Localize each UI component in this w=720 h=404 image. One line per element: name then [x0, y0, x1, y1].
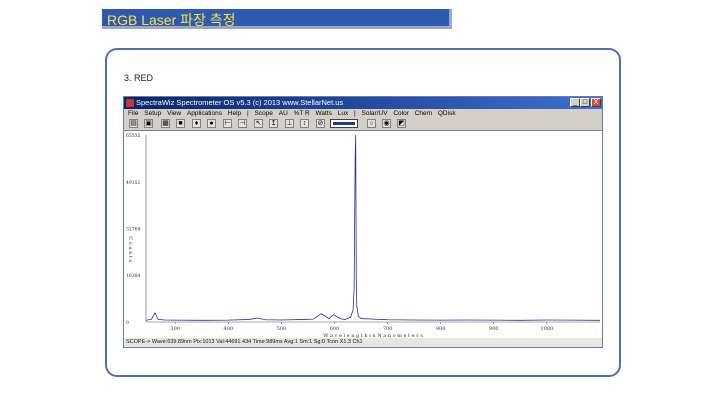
close-button[interactable]: X [591, 98, 601, 107]
toolbar: ▤ ▣ ▦ ■ ♦ ● ⊢ ⊣ ↖ ↥ ⊥ ↕ ⊘ ○ ◉ ◩ [124, 118, 602, 130]
save-icon[interactable]: ▣ [144, 119, 153, 128]
open-icon[interactable]: ▤ [129, 119, 138, 128]
camera-icon[interactable]: ■ [176, 119, 185, 128]
x-tick-label: 1000 [541, 326, 554, 332]
spectrum-plot-area[interactable]: 0 16384 32768 49151 65535 300 400 500 600 700 800… [124, 130, 602, 339]
maximize-button[interactable]: □ [580, 98, 590, 107]
y-tick-label: 16384 [126, 273, 140, 279]
baseline-icon[interactable]: ⊥ [285, 119, 294, 128]
menu-transmission[interactable]: %T R [294, 110, 310, 117]
rescale-icon[interactable]: ↥ [269, 119, 278, 128]
status-bar: SCOPE-> Wave:639.89nm Pix:1013 Val:44691… [124, 338, 602, 347]
peak-icon[interactable]: ⊣ [238, 119, 247, 128]
x-tick-label: 600 [330, 326, 340, 332]
x-tick-label: 900 [489, 326, 499, 332]
x-tick-label: 400 [224, 326, 234, 332]
x-tick-label: 500 [277, 326, 287, 332]
menu-view[interactable]: View [167, 110, 181, 117]
menu-solar-uv[interactable]: Solar/UV [362, 110, 388, 117]
spectrum-chart: 0 16384 32768 49151 65535 300 400 500 600 700 800… [126, 133, 601, 339]
spectrum-series-line [145, 134, 601, 321]
menu-separator: | [354, 110, 356, 117]
x-tick-label: 700 [383, 326, 393, 332]
cursor-icon[interactable]: ⊢ [223, 119, 232, 128]
slide-title: RGB Laser 파장 측정 [107, 12, 236, 28]
menu-help[interactable]: Help [228, 110, 241, 117]
menu-lux[interactable]: Lux [338, 110, 348, 117]
stop-icon[interactable]: ○ [367, 119, 376, 128]
y-tick-label: 49151 [126, 180, 140, 186]
lamp-icon[interactable]: ♦ [192, 119, 201, 128]
menu-setup[interactable]: Setup [144, 110, 161, 117]
window-titlebar[interactable]: SpectraWiz Spectrometer OS v5.3 (c) 2013… [124, 97, 602, 109]
x-tick-label: 300 [170, 326, 180, 332]
y-tick-label: 32768 [126, 226, 140, 232]
spectrawiz-window: SpectraWiz Spectrometer OS v5.3 (c) 2013… [123, 96, 603, 348]
integration-field[interactable] [330, 119, 358, 128]
y-tick-label: 0 [126, 320, 129, 326]
menu-au[interactable]: AU [279, 110, 288, 117]
menu-watts[interactable]: Watts [316, 110, 332, 117]
x-tick-label: 800 [436, 326, 446, 332]
menu-chem[interactable]: Chem [415, 110, 432, 117]
menu-file[interactable]: File [128, 110, 138, 117]
color-icon[interactable]: ◉ [382, 119, 391, 128]
section-label: 3. RED [124, 73, 154, 83]
menu-color[interactable]: Color [393, 110, 409, 117]
autoscale-icon[interactable]: ↕ [300, 119, 309, 128]
zoom-icon[interactable]: ↖ [254, 119, 263, 128]
menu-qdisk[interactable]: QDisk [438, 110, 456, 117]
window-title: SpectraWiz Spectrometer OS v5.3 (c) 2013… [136, 98, 344, 107]
slide-title-banner: RGB Laser 파장 측정 [102, 9, 452, 29]
dark-icon[interactable]: ⊘ [316, 119, 325, 128]
y-tick-label: 65535 [126, 133, 140, 139]
menu-scope[interactable]: Scope [254, 110, 272, 117]
graph-icon[interactable]: ◩ [397, 119, 406, 128]
menu-separator: | [246, 110, 249, 117]
menu-bar: File Setup View Applications Help | Scop… [124, 109, 602, 118]
bulb-icon[interactable]: ● [207, 119, 216, 128]
app-icon [126, 99, 134, 107]
minimize-button[interactable]: _ [570, 98, 580, 107]
print-icon[interactable]: ▦ [161, 119, 170, 128]
y-axis-label: C o u n t s [127, 236, 133, 262]
menu-applications[interactable]: Applications [187, 110, 222, 117]
